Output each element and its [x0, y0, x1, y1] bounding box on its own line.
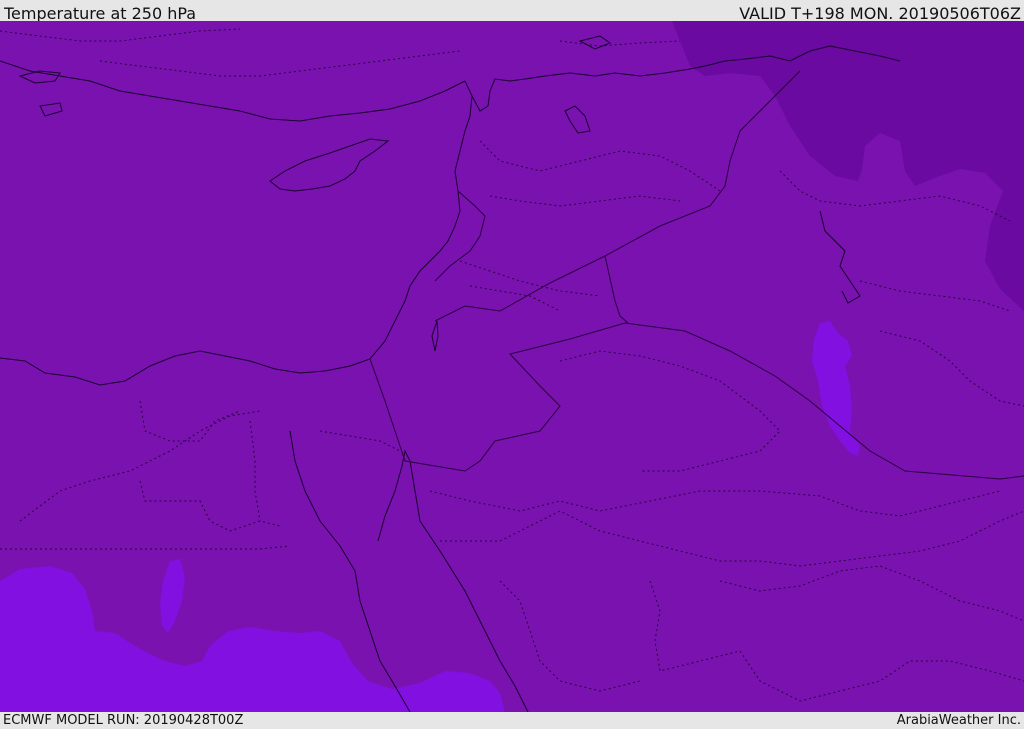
- map-svg: [0, 21, 1024, 712]
- footer-bar: ECMWF MODEL RUN: 20190428T00Z ArabiaWeat…: [0, 712, 1024, 729]
- credit: ArabiaWeather Inc.: [896, 713, 1021, 728]
- weather-map[interactable]: [0, 21, 1024, 712]
- header-bar: Temperature at 250 hPa VALID T+198 MON. …: [0, 0, 1024, 23]
- model-run: ECMWF MODEL RUN: 20190428T00Z: [3, 713, 244, 728]
